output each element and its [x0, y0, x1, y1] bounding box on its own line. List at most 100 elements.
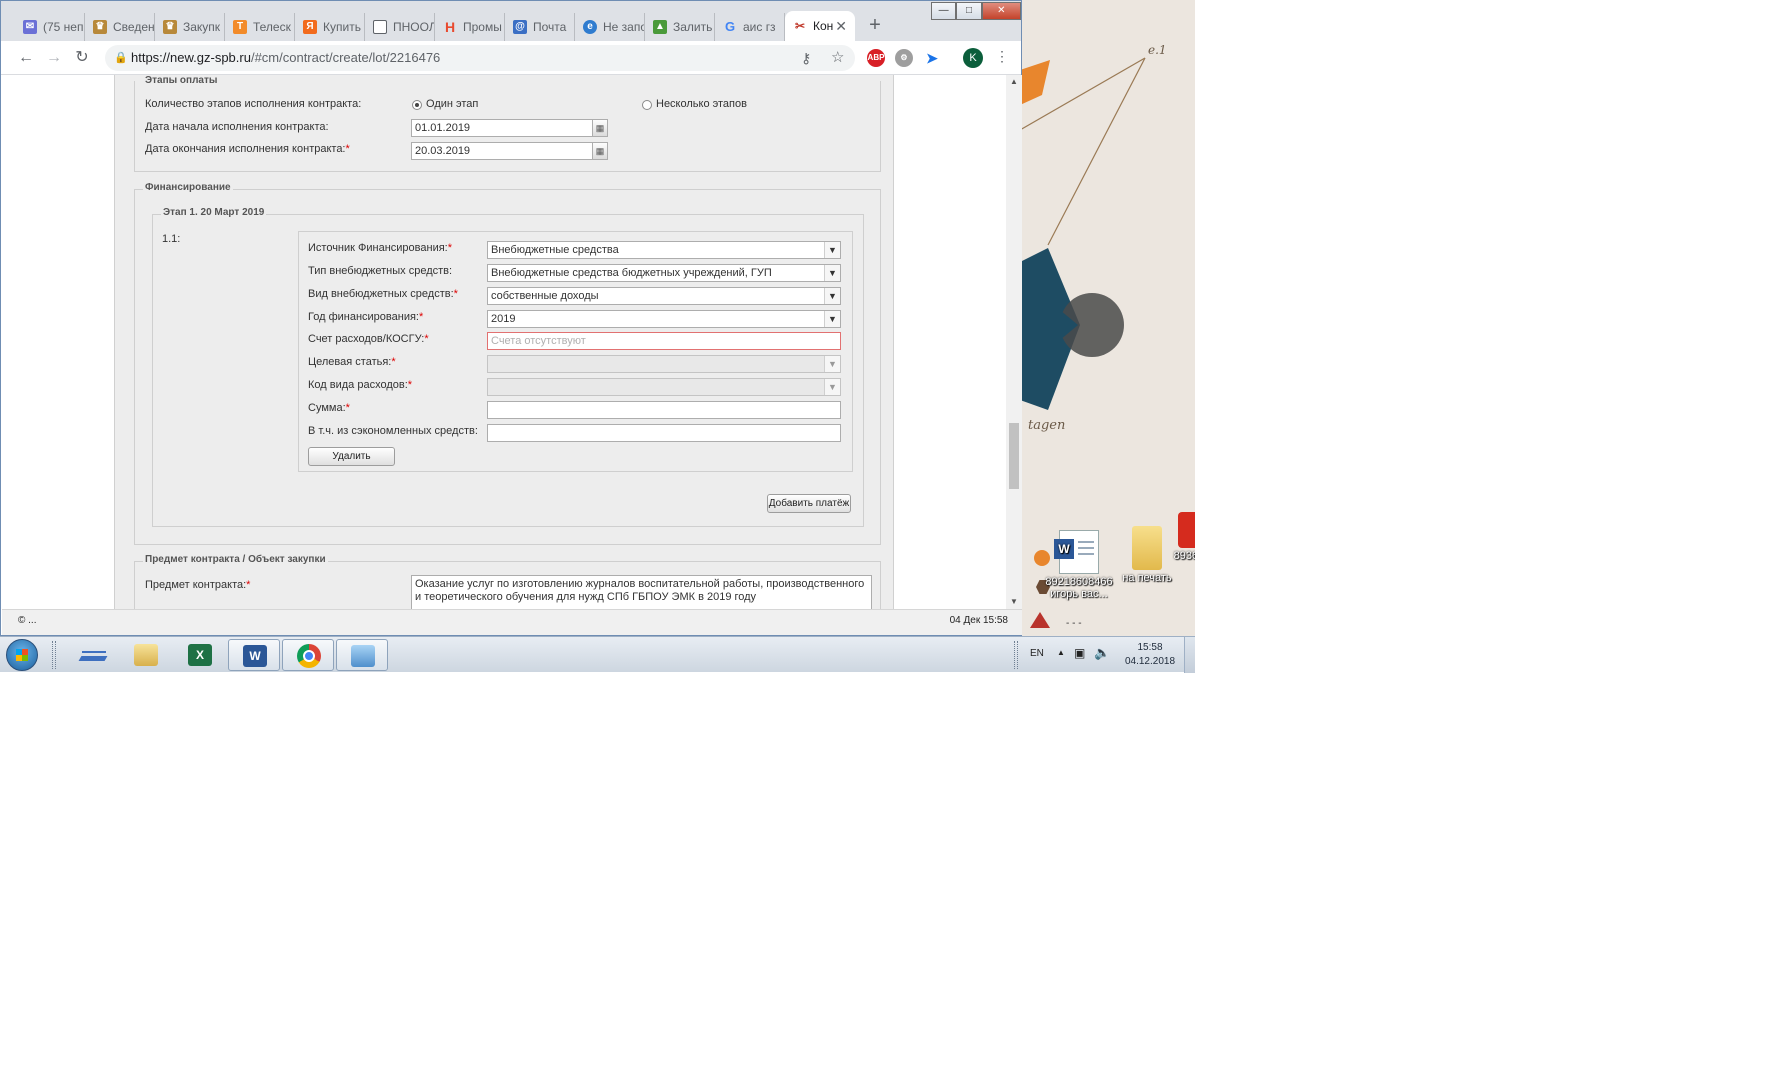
- desktop-icon-pdf[interactable]: 8936880: [1160, 512, 1195, 562]
- taskbar-app[interactable]: [66, 639, 118, 671]
- network-icon[interactable]: ▣: [1074, 646, 1085, 660]
- taskbar-app-open[interactable]: W: [228, 639, 280, 671]
- subject-label: Предмет контракта:*: [145, 579, 251, 591]
- tab-title: аис гз: [743, 20, 776, 34]
- select-value: Внебюджетные средства: [491, 244, 619, 256]
- browser-tab[interactable]: H Промы: [435, 13, 505, 41]
- expense-code-select[interactable]: ▼: [487, 378, 841, 396]
- lock-icon: 🔒: [114, 52, 128, 64]
- type-select[interactable]: Внебюджетные средства бюджетных учрежден…: [487, 264, 841, 282]
- profile-avatar[interactable]: K: [963, 48, 983, 68]
- end-date-input[interactable]: 20.03.2019: [411, 142, 593, 160]
- desktop-wallpaper: e.1 tagen - - - W 89218608466 игорь вас.…: [1020, 0, 1195, 640]
- volume-icon[interactable]: 🔈: [1094, 645, 1110, 661]
- chevron-down-icon: ▼: [824, 242, 840, 258]
- desktop-icon-label: 8936880: [1173, 550, 1195, 562]
- calendar-icon[interactable]: ▦: [592, 142, 608, 160]
- arrow-left-icon: ←: [18, 49, 34, 66]
- required-mark: *: [418, 311, 424, 323]
- bookmark-star-icon[interactable]: ☆: [831, 45, 844, 71]
- stages-count-label: Количество этапов исполнения контракта:: [145, 98, 362, 110]
- chevron-down-icon: ▼: [824, 356, 840, 372]
- browser-tab[interactable]: ✉ (75 неп: [15, 13, 85, 41]
- window-controls: — □ ✕: [931, 2, 1021, 20]
- taskbar-app-open[interactable]: [282, 639, 334, 671]
- close-tab-icon[interactable]: ✕: [835, 18, 847, 35]
- radio-one-stage[interactable]: [412, 100, 422, 110]
- browser-tab[interactable]: @ Почта: [505, 13, 575, 41]
- tab-title: Сведен: [113, 20, 155, 34]
- wallpaper-text: e.1: [1148, 43, 1167, 57]
- chevron-down-icon: ▼: [824, 288, 840, 304]
- sum-input[interactable]: [487, 401, 841, 419]
- start-date-input[interactable]: 01.01.2019: [411, 119, 593, 137]
- browser-tab[interactable]: T Телеск: [225, 13, 295, 41]
- show-desktop-button[interactable]: [1184, 637, 1195, 673]
- target-select[interactable]: ▼: [487, 355, 841, 373]
- required-mark: *: [345, 402, 350, 414]
- scroll-thumb[interactable]: [1009, 423, 1019, 489]
- clock[interactable]: 15:58 04.12.2018: [1120, 641, 1180, 669]
- word-icon: W: [243, 645, 267, 667]
- year-label: Год финансирования:*: [308, 311, 424, 323]
- new-tab-button[interactable]: +: [865, 15, 885, 35]
- browser-tab[interactable]: Я Купить: [295, 13, 365, 41]
- address-bar[interactable]: 🔒 https://new.gz-spb.ru/#cm/contract/cre…: [105, 45, 855, 71]
- start-date-label: Дата начала исполнения контракта:: [145, 121, 329, 133]
- item-number: 1.1:: [162, 233, 181, 245]
- kind-select[interactable]: собственные доходы ▼: [487, 287, 841, 305]
- browser-tab[interactable]: ♛ Закупк: [155, 13, 225, 41]
- account-input[interactable]: Счета отсутствуют: [487, 332, 841, 350]
- back-button[interactable]: ←: [15, 47, 37, 69]
- page-scrollbar[interactable]: ▲ ▼: [1006, 75, 1022, 609]
- required-mark: *: [246, 579, 251, 591]
- tab-title: Не запо: [603, 20, 645, 34]
- browser-tab[interactable]: ПНООЛ: [365, 13, 435, 41]
- start-button[interactable]: [6, 639, 38, 671]
- maximize-button[interactable]: □: [956, 2, 982, 20]
- year-select[interactable]: 2019 ▼: [487, 310, 841, 328]
- taskbar-app-open[interactable]: [336, 639, 388, 671]
- reload-icon: ↻: [75, 49, 89, 66]
- minimize-button[interactable]: —: [931, 2, 957, 20]
- radio-many-stages[interactable]: [642, 100, 652, 110]
- extension-icon[interactable]: ⚙: [895, 49, 913, 67]
- expense-code-label: Код вида расходов:*: [308, 379, 413, 391]
- tab-title: Залить: [673, 20, 713, 34]
- url-path: /#cm/contract/create/lot/2216476: [250, 50, 441, 65]
- reload-button[interactable]: ↻: [71, 47, 93, 69]
- chevron-down-icon: ▼: [824, 379, 840, 395]
- radio-one-stage-label: Один этап: [426, 98, 479, 110]
- forward-button[interactable]: →: [43, 47, 65, 69]
- taskbar-app[interactable]: X: [174, 639, 226, 671]
- add-payment-button[interactable]: Добавить платёж: [767, 494, 851, 513]
- calendar-icon[interactable]: ▦: [592, 119, 608, 137]
- scroll-up-icon[interactable]: ▲: [1006, 75, 1022, 89]
- browser-tab-active[interactable]: ✂ Кон ✕: [785, 11, 855, 41]
- tray-grip: [1014, 641, 1018, 669]
- saved-funds-input[interactable]: [487, 424, 841, 442]
- scroll-down-icon[interactable]: ▼: [1006, 595, 1022, 609]
- key-icon[interactable]: ⚷: [801, 45, 811, 71]
- menu-icon[interactable]: ⋮: [995, 48, 1009, 65]
- folder-icon: [1132, 526, 1162, 570]
- browser-tab[interactable]: ♛ Сведен: [85, 13, 155, 41]
- delete-button[interactable]: Удалить: [308, 447, 395, 466]
- stage-legend: Этап 1. 20 Март 2019: [161, 207, 267, 218]
- browser-tab[interactable]: e Не запо: [575, 13, 645, 41]
- tab-title: Купить: [323, 20, 361, 34]
- taskbar: X W EN ▲ ▣ 🔈 15:58 04.12.2018: [0, 636, 1195, 673]
- browser-tab[interactable]: G аис гз: [715, 13, 785, 41]
- source-select[interactable]: Внебюджетные средства ▼: [487, 241, 841, 259]
- close-window-button[interactable]: ✕: [981, 2, 1021, 20]
- tab-title: (75 неп: [43, 20, 84, 34]
- language-indicator[interactable]: EN: [1030, 648, 1044, 659]
- taskbar-app[interactable]: [120, 639, 172, 671]
- subject-textarea[interactable]: Оказание услуг по изготовлению журналов …: [411, 575, 872, 609]
- show-hidden-icons-icon[interactable]: ▲: [1057, 648, 1065, 657]
- adblock-icon[interactable]: ABP: [867, 49, 885, 67]
- desktop-icon-word-document[interactable]: W 89218608466 игорь вас...: [1044, 530, 1114, 600]
- tab-title: Почта: [533, 20, 567, 34]
- browser-tab[interactable]: ▲ Залить: [645, 13, 715, 41]
- send-icon[interactable]: ➤: [923, 49, 941, 67]
